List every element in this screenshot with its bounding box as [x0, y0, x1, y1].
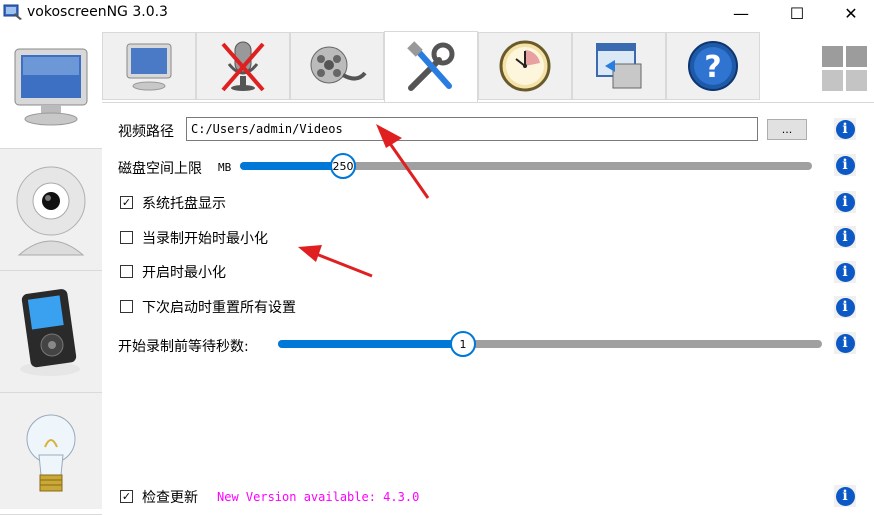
tab-help[interactable]: ?	[666, 32, 760, 100]
info-icon: i	[835, 119, 855, 139]
check-update-checkbox[interactable]: ✓	[120, 490, 133, 503]
countdown-label: 开始录制前等待秒数:	[118, 339, 249, 355]
film-reel-icon	[310, 46, 367, 84]
info-icon: i	[835, 155, 855, 175]
app-icon	[3, 4, 22, 20]
tab-bar: ?	[102, 31, 772, 103]
webcam-icon	[16, 166, 86, 256]
new-version-notice: New Version available: 4.3.0	[217, 490, 420, 504]
info-icon: i	[835, 227, 855, 247]
tools-icon	[407, 40, 455, 91]
grid-cell-icon	[822, 46, 843, 67]
sidebar-item-about[interactable]	[0, 392, 102, 515]
browse-button[interactable]: ...	[767, 119, 807, 140]
grid-cell-icon	[822, 70, 843, 91]
tab-settings[interactable]	[384, 31, 478, 103]
info-button-disk-space[interactable]: i	[834, 154, 856, 176]
svg-text:?: ?	[704, 50, 721, 85]
tab-screen[interactable]	[102, 32, 196, 100]
countdown-slider-thumb[interactable]: 1	[449, 331, 476, 357]
minimize-on-start-checkbox[interactable]	[120, 265, 133, 278]
info-button-countdown[interactable]: i	[834, 332, 856, 354]
minimize-on-start-label: 开启时最小化	[142, 265, 226, 281]
clock-icon	[499, 40, 551, 92]
sidebar-item-screen[interactable]	[0, 26, 102, 149]
check-update-label: 检查更新	[142, 490, 198, 506]
grid-cell-icon	[846, 46, 867, 67]
info-button-tray[interactable]: i	[834, 191, 856, 213]
info-icon: i	[835, 297, 855, 317]
info-button-video-path[interactable]: i	[834, 118, 856, 140]
reset-checkbox[interactable]	[120, 300, 133, 313]
info-button-minimize-on-record[interactable]: i	[834, 226, 856, 248]
minimize-on-record-checkbox[interactable]	[120, 231, 133, 244]
info-icon: i	[835, 192, 855, 212]
minimize-on-record-label: 当录制开始时最小化	[142, 231, 268, 247]
minimize-button[interactable]: —	[718, 0, 764, 26]
tab-export[interactable]	[572, 32, 666, 100]
tab-timer[interactable]	[478, 32, 572, 100]
grid-cell-icon	[846, 70, 867, 91]
window-export-icon	[596, 43, 642, 89]
video-path-label: 视频路径	[118, 124, 174, 140]
layout-toggle-button[interactable]	[818, 44, 867, 92]
info-icon: i	[835, 333, 855, 353]
lightbulb-icon	[26, 414, 76, 492]
window-title: vokoscreenNG 3.0.3	[27, 4, 168, 20]
close-icon: ✕	[844, 3, 858, 23]
reset-label: 下次启动时重置所有设置	[142, 300, 296, 316]
info-icon: i	[835, 486, 855, 506]
disk-space-slider-thumb[interactable]: 250	[329, 153, 356, 179]
tray-checkbox[interactable]: ✓	[120, 196, 133, 209]
help-icon: ?	[688, 41, 738, 91]
title-bar: vokoscreenNG 3.0.3 — ☐ ✕	[0, 0, 874, 26]
media-player-icon	[20, 289, 80, 376]
tab-video[interactable]	[290, 32, 384, 100]
sidebar	[0, 26, 102, 515]
tab-audio[interactable]	[196, 32, 290, 100]
disk-space-slider-fill	[240, 162, 343, 170]
monitor-icon	[126, 43, 172, 91]
maximize-button[interactable]: ☐	[774, 0, 820, 26]
info-button-reset[interactable]: i	[834, 296, 856, 318]
info-icon: i	[835, 262, 855, 282]
sidebar-item-webcam[interactable]	[0, 148, 102, 271]
video-path-input[interactable]: C:/Users/admin/Videos	[186, 117, 758, 141]
minimize-icon: —	[733, 3, 749, 23]
info-button-check-update[interactable]: i	[834, 485, 856, 507]
close-button[interactable]: ✕	[828, 0, 874, 26]
sidebar-item-player[interactable]	[0, 270, 102, 393]
disk-space-unit: MB	[218, 161, 232, 174]
countdown-slider-fill	[278, 340, 463, 348]
monitor-icon	[14, 48, 88, 126]
info-button-minimize-on-start[interactable]: i	[834, 261, 856, 283]
muted-microphone-icon	[221, 41, 265, 92]
maximize-icon: ☐	[789, 3, 805, 23]
disk-space-label: 磁盘空间上限	[118, 161, 202, 177]
tray-label: 系统托盘显示	[142, 196, 226, 212]
